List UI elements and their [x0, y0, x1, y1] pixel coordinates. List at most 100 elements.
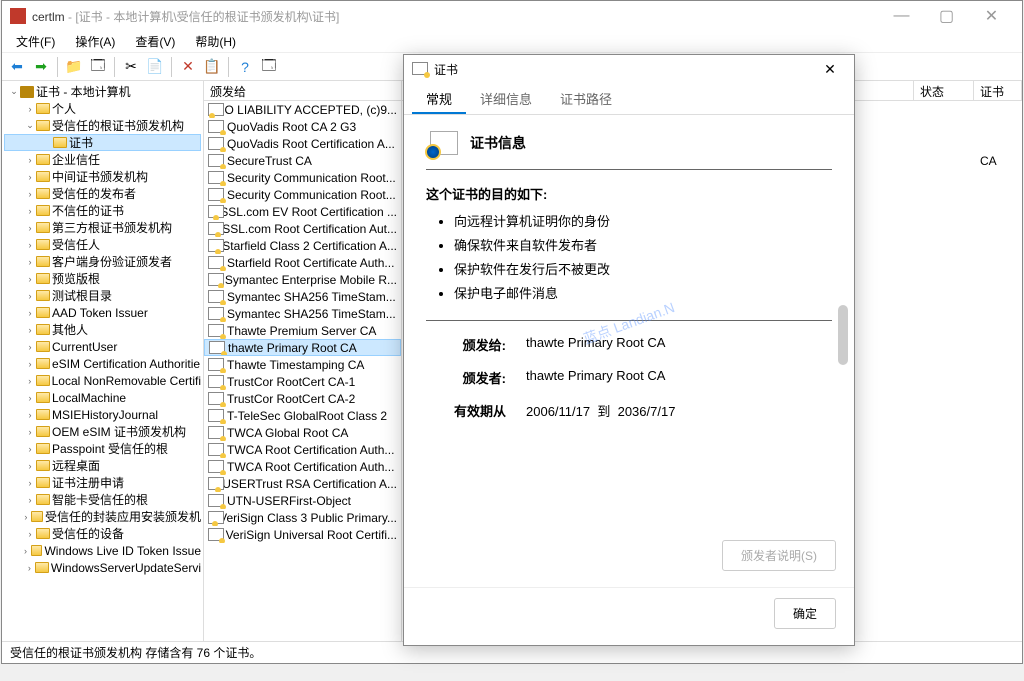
- tree-label: WindowsServerUpdateServi: [51, 561, 201, 575]
- cert-list-item[interactable]: Starfield Class 2 Certification A...: [204, 237, 401, 254]
- cert-list-item[interactable]: VeriSign Universal Root Certifi...: [204, 526, 401, 543]
- tree-node[interactable]: ›测试根目录: [4, 287, 201, 304]
- dialog-close-button[interactable]: ✕: [814, 55, 846, 83]
- tree-label: eSIM Certification Authoritie: [52, 357, 200, 371]
- menu-item[interactable]: 文件(F): [6, 31, 65, 52]
- cert-list-item[interactable]: TWCA Root Certification Auth...: [204, 458, 401, 475]
- forward-button[interactable]: ➡: [30, 56, 52, 78]
- cut-button[interactable]: ✂: [120, 56, 142, 78]
- up-folder-button[interactable]: 📁: [63, 56, 85, 78]
- tree-node[interactable]: ›LocalMachine: [4, 389, 201, 406]
- menu-item[interactable]: 查看(V): [125, 31, 185, 52]
- cert-name: Symantec Enterprise Mobile R...: [225, 273, 397, 287]
- certificate-icon: [208, 511, 216, 525]
- cert-list-item[interactable]: Starfield Root Certificate Auth...: [204, 254, 401, 271]
- cert-list-item[interactable]: thawte Primary Root CA: [204, 339, 401, 356]
- tree-label: Windows Live ID Token Issue: [44, 544, 201, 558]
- cert-list-item[interactable]: Symantec SHA256 TimeStam...: [204, 288, 401, 305]
- cert-list-item[interactable]: Security Communication Root...: [204, 186, 401, 203]
- show-hide-tree-button[interactable]: 🗔: [87, 56, 109, 78]
- tree-node[interactable]: ›Local NonRemovable Certifi: [4, 372, 201, 389]
- tree-panel[interactable]: ⌄证书 - 本地计算机›个人⌄受信任的根证书颁发机构证书›企业信任›中间证书颁发…: [2, 81, 204, 641]
- tree-node[interactable]: ›其他人: [4, 321, 201, 338]
- cert-list-item[interactable]: QuoVadis Root Certification A...: [204, 135, 401, 152]
- cert-list-item[interactable]: SecureTrust CA: [204, 152, 401, 169]
- menu-item[interactable]: 操作(A): [65, 31, 125, 52]
- col-cert[interactable]: 证书: [974, 81, 1022, 100]
- tree-node[interactable]: ›第三方根证书颁发机构: [4, 219, 201, 236]
- cert-list-item[interactable]: TrustCor RootCert CA-2: [204, 390, 401, 407]
- back-button[interactable]: ⬅: [6, 56, 28, 78]
- tree-node[interactable]: ⌄证书 - 本地计算机: [4, 83, 201, 100]
- tree-node[interactable]: ›中间证书颁发机构: [4, 168, 201, 185]
- issuer-statement-button[interactable]: 颁发者说明(S): [722, 540, 836, 571]
- tree-node[interactable]: ›企业信任: [4, 151, 201, 168]
- tab-details[interactable]: 详细信息: [466, 83, 546, 114]
- tab-path[interactable]: 证书路径: [546, 83, 626, 114]
- tree-label: LocalMachine: [52, 391, 126, 405]
- tab-general[interactable]: 常规: [412, 83, 466, 114]
- list-header-issued-to[interactable]: 颁发给: [204, 81, 401, 101]
- cert-list-item[interactable]: TWCA Global Root CA: [204, 424, 401, 441]
- tree-node[interactable]: ›受信任的发布者: [4, 185, 201, 202]
- tree-node[interactable]: ›WindowsServerUpdateServi: [4, 559, 201, 576]
- tree-node[interactable]: 证书: [4, 134, 201, 151]
- tree-label: 证书 - 本地计算机: [36, 83, 131, 100]
- cert-list-item[interactable]: USERTrust RSA Certification A...: [204, 475, 401, 492]
- certificate-icon: [209, 341, 225, 355]
- help-button[interactable]: ?: [234, 56, 256, 78]
- certificate-icon: [208, 120, 224, 134]
- cert-list-item[interactable]: TWCA Root Certification Auth...: [204, 441, 401, 458]
- tree-node[interactable]: ›MSIEHistoryJournal: [4, 406, 201, 423]
- tree-node[interactable]: ⌄受信任的根证书颁发机构: [4, 117, 201, 134]
- tree-label: OEM eSIM 证书颁发机构: [52, 423, 186, 440]
- tree-node[interactable]: ›Passpoint 受信任的根: [4, 440, 201, 457]
- tree-node[interactable]: ›CurrentUser: [4, 338, 201, 355]
- cert-list-item[interactable]: UTN-USERFirst-Object: [204, 492, 401, 509]
- cert-list-item[interactable]: Symantec SHA256 TimeStam...: [204, 305, 401, 322]
- cert-list-item[interactable]: TrustCor RootCert CA-1: [204, 373, 401, 390]
- separator: [228, 57, 229, 77]
- cert-list-item[interactable]: NO LIABILITY ACCEPTED, (c)9...: [204, 101, 401, 118]
- titlebar: certlm - [证书 - 本地计算机\受信任的根证书颁发机构\证书] — ▢…: [2, 1, 1022, 31]
- tree-node[interactable]: ›证书注册申请: [4, 474, 201, 491]
- tree-node[interactable]: ›受信任人: [4, 236, 201, 253]
- cert-list-item[interactable]: VeriSign Class 3 Public Primary...: [204, 509, 401, 526]
- maximize-button[interactable]: ▢: [924, 2, 969, 30]
- cert-list-item[interactable]: Thawte Timestamping CA: [204, 356, 401, 373]
- menu-item[interactable]: 帮助(H): [185, 31, 246, 52]
- tree-node[interactable]: ›OEM eSIM 证书颁发机构: [4, 423, 201, 440]
- cert-list-item[interactable]: T-TeleSec GlobalRoot Class 2: [204, 407, 401, 424]
- close-button[interactable]: ✕: [969, 2, 1014, 30]
- tree-node[interactable]: ›Windows Live ID Token Issue: [4, 542, 201, 559]
- tree-label: 远程桌面: [52, 457, 100, 474]
- col-status[interactable]: 状态: [914, 81, 974, 100]
- properties-button[interactable]: 📋: [201, 56, 223, 78]
- options-button[interactable]: 🗔: [258, 56, 280, 78]
- cert-list-item[interactable]: Symantec Enterprise Mobile R...: [204, 271, 401, 288]
- list-panel[interactable]: 颁发给 NO LIABILITY ACCEPTED, (c)9...QuoVad…: [204, 81, 402, 641]
- tree-node[interactable]: ›远程桌面: [4, 457, 201, 474]
- tree-node[interactable]: ›受信任的封装应用安装颁发机: [4, 508, 201, 525]
- tree-node[interactable]: ›不信任的证书: [4, 202, 201, 219]
- tree-node[interactable]: ›智能卡受信任的根: [4, 491, 201, 508]
- cert-list-item[interactable]: Security Communication Root...: [204, 169, 401, 186]
- tree-node[interactable]: ›客户端身份验证颁发者: [4, 253, 201, 270]
- cert-list-item[interactable]: QuoVadis Root CA 2 G3: [204, 118, 401, 135]
- certificate-icon: [208, 290, 224, 304]
- copy-button[interactable]: 📄: [144, 56, 166, 78]
- tree-node[interactable]: ›个人: [4, 100, 201, 117]
- cert-list-item[interactable]: SSL.com EV Root Certification ...: [204, 203, 401, 220]
- delete-button[interactable]: ✕: [177, 56, 199, 78]
- cert-list-item[interactable]: Thawte Premium Server CA: [204, 322, 401, 339]
- tree-node[interactable]: ›预览版根: [4, 270, 201, 287]
- purpose-item: 向远程计算机证明你的身份: [454, 211, 832, 230]
- ok-button[interactable]: 确定: [774, 598, 836, 629]
- minimize-button[interactable]: —: [879, 2, 924, 30]
- tree-node[interactable]: ›受信任的设备: [4, 525, 201, 542]
- cert-list-item[interactable]: SSL.com Root Certification Aut...: [204, 220, 401, 237]
- tree-label: 预览版根: [52, 270, 100, 287]
- tree-node[interactable]: ›eSIM Certification Authoritie: [4, 355, 201, 372]
- scrollbar-thumb[interactable]: [838, 305, 848, 365]
- tree-node[interactable]: ›AAD Token Issuer: [4, 304, 201, 321]
